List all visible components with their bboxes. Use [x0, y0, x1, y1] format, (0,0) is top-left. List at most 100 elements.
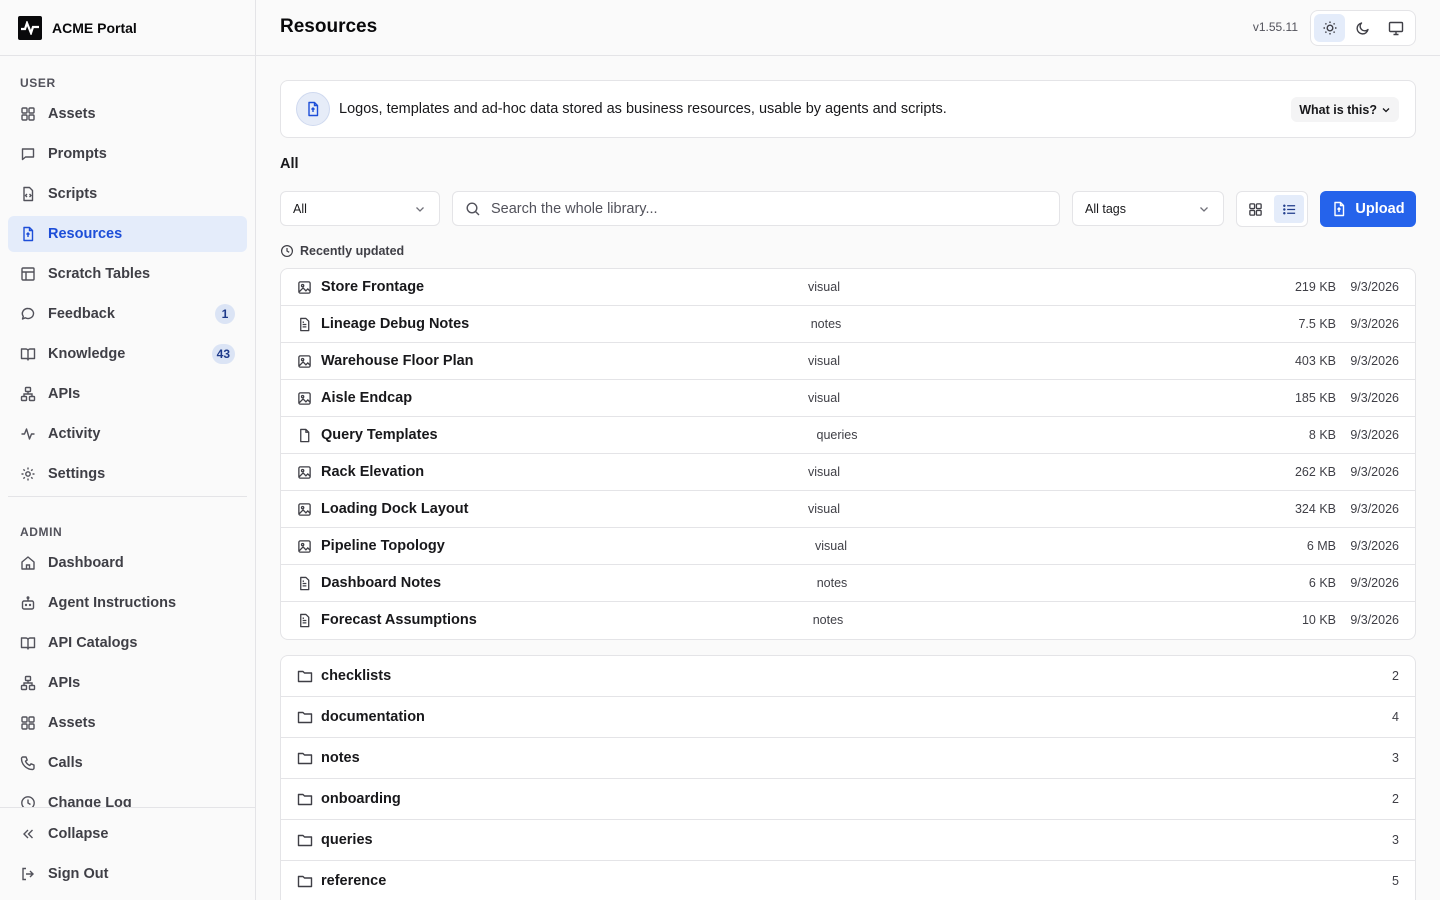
- sidebar-item-scratch-tables[interactable]: Scratch Tables: [8, 256, 247, 292]
- type-filter-select[interactable]: All: [280, 191, 440, 226]
- folder-name: checklists: [321, 668, 392, 684]
- resource-name: Store Frontage: [321, 279, 425, 295]
- file-icon: [23, 226, 34, 242]
- gear-icon: [21, 467, 35, 481]
- folder-row[interactable]: checklists 2: [281, 656, 1415, 697]
- sidebar-item-apis[interactable]: APIs: [8, 376, 247, 412]
- sidebar-nav[interactable]: USER Assets Prompts Scripts Resources Sc…: [0, 56, 255, 807]
- image-icon: [298, 355, 311, 368]
- recently-updated-label: Recently updated: [300, 244, 405, 258]
- grid-view-button[interactable]: [1240, 195, 1270, 223]
- resource-row[interactable]: Loading Dock Layout visual 324 KB 9/3/20…: [281, 491, 1415, 528]
- folder-row[interactable]: notes 3: [281, 738, 1415, 779]
- sidebar-item-assets[interactable]: Assets: [8, 96, 247, 132]
- resource-size: 8 KB: [1308, 428, 1336, 442]
- sidebar-item-agent-instructions[interactable]: Agent Instructions: [8, 585, 247, 621]
- image-icon: [298, 466, 311, 479]
- resource-row[interactable]: Store Frontage visual 219 KB 9/3/2026: [281, 269, 1415, 306]
- sidebar-item-scripts[interactable]: Scripts: [8, 176, 247, 212]
- sidebar-item-change-log[interactable]: Change Log: [8, 785, 247, 807]
- resource-row[interactable]: Forecast Assumptions notes 10 KB 9/3/202…: [281, 602, 1415, 639]
- resource-tag: queries: [816, 428, 858, 442]
- folder-count: 2: [1392, 669, 1399, 683]
- breadcrumb[interactable]: All: [280, 156, 299, 172]
- dark-theme-button[interactable]: [1347, 14, 1378, 42]
- resource-row[interactable]: Dashboard Notes notes 6 KB 9/3/2026: [281, 565, 1415, 602]
- image-icon: [298, 281, 311, 294]
- acme-logo-icon: [18, 15, 42, 40]
- upload-button[interactable]: Upload: [1320, 191, 1416, 227]
- sidebar-item-label: Activity: [48, 426, 101, 442]
- resource-size: 10 KB: [1301, 613, 1336, 627]
- clock-icon: [21, 796, 35, 807]
- resource-tag: notes: [812, 613, 844, 627]
- resource-row[interactable]: Pipeline Topology visual 6 MB 9/3/2026: [281, 528, 1415, 565]
- sidebar-item-resources[interactable]: Resources: [8, 216, 247, 252]
- file-code-icon: [23, 186, 34, 202]
- section-title-user: USER: [20, 76, 56, 90]
- resource-date: 9/3/2026: [1350, 502, 1399, 516]
- resource-name: Lineage Debug Notes: [321, 316, 470, 332]
- folder-row[interactable]: documentation 4: [281, 697, 1415, 738]
- folder-count: 4: [1392, 710, 1399, 724]
- folder-count: 2: [1392, 792, 1399, 806]
- sidebar-item-admin-apis[interactable]: APIs: [8, 665, 247, 701]
- resource-date: 9/3/2026: [1350, 465, 1399, 479]
- tags-filter-select[interactable]: All tags: [1072, 191, 1224, 226]
- list-view-button[interactable]: [1274, 195, 1304, 223]
- resource-tag: notes: [816, 576, 848, 590]
- resource-size: 262 KB: [1294, 465, 1336, 479]
- resource-date: 9/3/2026: [1350, 539, 1399, 553]
- sidebar-footer: Collapse Sign Out: [0, 807, 255, 900]
- collapse-button[interactable]: Collapse: [8, 816, 247, 852]
- file-upload-icon: [1334, 201, 1345, 217]
- moon-icon: [1356, 22, 1369, 35]
- folder-row[interactable]: queries 3: [281, 820, 1415, 861]
- resource-tag: visual: [808, 354, 840, 368]
- resource-size: 403 KB: [1294, 354, 1336, 368]
- chevrons-left-icon: [23, 829, 33, 839]
- what-is-this-button[interactable]: What is this?: [1291, 97, 1399, 122]
- sidebar-item-dashboard[interactable]: Dashboard: [8, 545, 247, 581]
- banner-text: Logos, templates and ad-hoc data stored …: [339, 101, 947, 117]
- sidebar-item-settings[interactable]: Settings: [8, 456, 247, 492]
- folder-count: 5: [1392, 874, 1399, 888]
- resource-row[interactable]: Lineage Debug Notes notes 7.5 KB 9/3/202…: [281, 306, 1415, 343]
- system-theme-button[interactable]: [1381, 14, 1412, 42]
- sidebar-item-admin-assets[interactable]: Assets: [8, 705, 247, 741]
- what-is-this-label: What is this?: [1299, 102, 1377, 117]
- brand[interactable]: ACME Portal: [0, 0, 255, 56]
- light-theme-button[interactable]: [1314, 14, 1346, 42]
- search-input[interactable]: [491, 200, 1031, 217]
- search-box: [452, 191, 1060, 226]
- sidebar-item-calls[interactable]: Calls: [8, 745, 247, 781]
- sidebar-item-label: APIs: [48, 675, 81, 691]
- app-name: ACME Portal: [52, 19, 137, 36]
- section-title-admin: ADMIN: [20, 525, 63, 539]
- resource-name: Warehouse Floor Plan: [321, 353, 474, 369]
- sidebar-item-api-catalogs[interactable]: API Catalogs: [8, 625, 247, 661]
- home-icon: [21, 556, 35, 570]
- folder-icon: [297, 670, 313, 683]
- sidebar-item-feedback[interactable]: Feedback 1: [8, 296, 247, 332]
- folder-row[interactable]: onboarding 2: [281, 779, 1415, 820]
- grid-icon: [21, 107, 35, 121]
- resource-row[interactable]: Aisle Endcap visual 185 KB 9/3/2026: [281, 380, 1415, 417]
- file-text-icon: [300, 317, 310, 332]
- version-label: v1.55.11: [1252, 20, 1298, 34]
- sidebar-item-label: Agent Instructions: [48, 595, 177, 611]
- sign-out-button[interactable]: Sign Out: [8, 856, 247, 892]
- sidebar-item-activity[interactable]: Activity: [8, 416, 247, 452]
- resource-row[interactable]: Warehouse Floor Plan visual 403 KB 9/3/2…: [281, 343, 1415, 380]
- image-icon: [298, 540, 311, 553]
- sign-out-label: Sign Out: [48, 866, 109, 882]
- sidebar-item-label: Change Log: [48, 795, 132, 807]
- resource-size: 324 KB: [1294, 502, 1336, 516]
- sidebar-item-knowledge[interactable]: Knowledge 43: [8, 336, 247, 372]
- folder-icon: [297, 875, 313, 888]
- folder-row[interactable]: reference 5: [281, 861, 1415, 900]
- resource-row[interactable]: Query Templates queries 8 KB 9/3/2026: [281, 417, 1415, 454]
- sidebar-item-label: Scratch Tables: [48, 266, 151, 282]
- sidebar-item-prompts[interactable]: Prompts: [8, 136, 247, 172]
- resource-row[interactable]: Rack Elevation visual 262 KB 9/3/2026: [281, 454, 1415, 491]
